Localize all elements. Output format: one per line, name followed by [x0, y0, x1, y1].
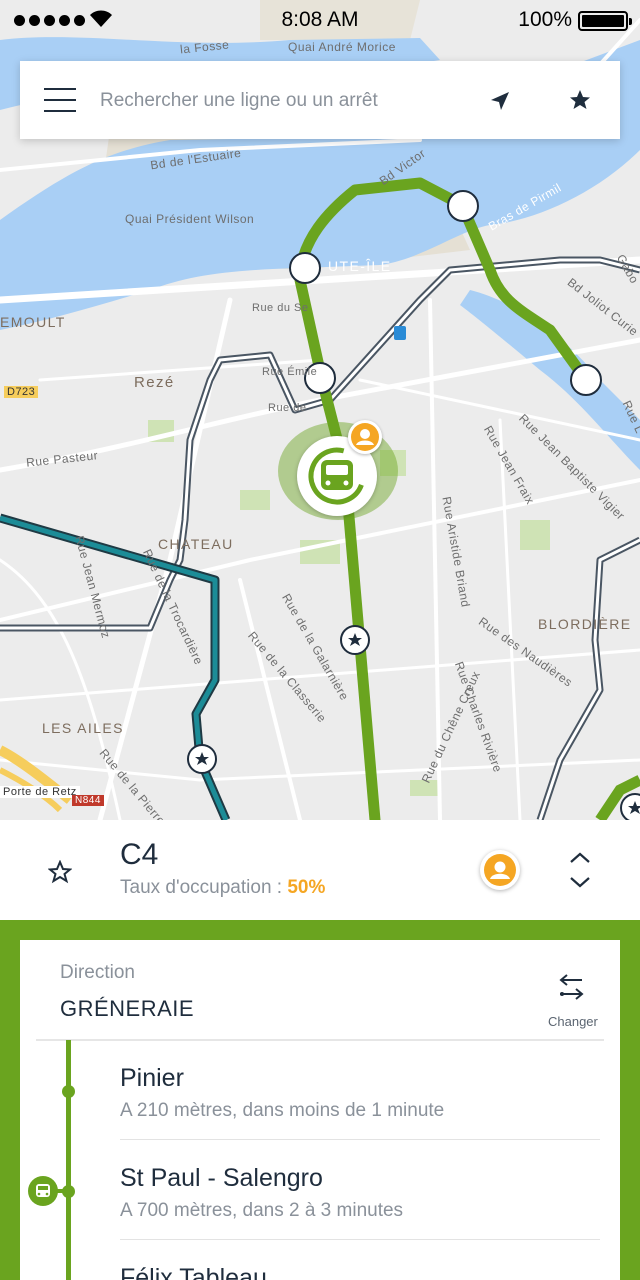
chevron-up-down-icon[interactable] — [566, 850, 594, 895]
navigation-arrow-icon[interactable] — [488, 89, 512, 118]
search-input[interactable]: Rechercher une ligne ou un arrêt — [100, 90, 378, 112]
status-bar: 8:08 AM 100% — [0, 0, 640, 40]
occupancy-value: 50% — [287, 877, 326, 898]
stop-eta: A 700 mètres, dans 2 à 3 minutes — [120, 1200, 404, 1221]
map-street-label: Rue du Se — [252, 302, 309, 314]
stop-node — [62, 1185, 75, 1198]
list-item[interactable]: Pinier A 210 mètres, dans moins de 1 min… — [20, 1040, 620, 1140]
stop-name: Pinier — [120, 1064, 184, 1092]
stop-name: St Paul - Salengro — [120, 1164, 323, 1192]
map-district-label: BLORDIÈRE — [538, 616, 632, 632]
occupancy-text: Taux d'occupation : 50% — [120, 877, 325, 899]
stop-eta: A 210 mètres, dans moins de 1 minute — [120, 1100, 445, 1121]
list-item[interactable]: Félix Tableau — [20, 1240, 620, 1280]
battery-percentage: 100% — [518, 8, 572, 31]
occupancy-label: Taux d'occupation : — [120, 877, 283, 898]
swap-arrows-icon[interactable] — [556, 972, 586, 1009]
stop-name: Félix Tableau — [120, 1264, 267, 1280]
direction-value: GRÉNERAIE — [60, 996, 195, 1021]
battery-icon — [578, 11, 632, 31]
map-road-label: Porte de Retz — [0, 786, 80, 798]
hamburger-menu-icon[interactable] — [44, 88, 76, 112]
star-icon[interactable] — [568, 88, 592, 117]
map-district-label: UTE-ÎLE — [328, 258, 392, 274]
map-district-label: EMOULT — [0, 314, 66, 330]
line-name: C4 — [120, 838, 159, 871]
direction-label: Direction — [60, 962, 135, 983]
map-street-label: Quai André Morice — [288, 40, 396, 54]
map-district-label: LES AILES — [42, 720, 124, 736]
list-item[interactable]: St Paul - Salengro A 700 mètres, dans 2 … — [20, 1140, 620, 1240]
map-street-label: Quai Président Wilson — [125, 212, 255, 226]
bus-icon — [28, 1176, 58, 1206]
map-road-badge: D723 — [4, 386, 39, 398]
star-outline-icon[interactable] — [47, 859, 73, 889]
search-bar[interactable]: Rechercher une ligne ou un arrêt — [20, 61, 620, 139]
map-road-badge: N844 — [72, 795, 104, 806]
occupancy-person-icon — [348, 420, 382, 454]
stop-node — [62, 1085, 75, 1098]
direction-card: Direction GRÉNERAIE Changer Pinier A 210… — [20, 940, 620, 1280]
map-district-label: Rezé — [134, 374, 175, 391]
map-street-label: Rue Émile — [262, 366, 318, 378]
map-district-label: CHATEAU — [158, 536, 234, 552]
bus-position-marker[interactable] — [278, 410, 398, 520]
line-header: C4 Taux d'occupation : 50% — [0, 820, 640, 920]
person-icon — [480, 850, 520, 890]
swap-direction-button[interactable]: Changer — [548, 1014, 598, 1029]
